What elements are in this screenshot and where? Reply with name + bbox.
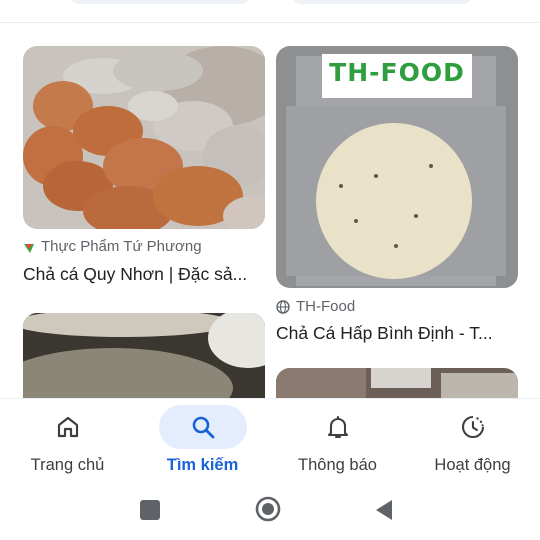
- result-source: Thực Phẩm Tứ Phương: [23, 238, 202, 255]
- result-title[interactable]: Chả Cá Hấp Bình Định - T...: [276, 323, 521, 344]
- result-source-name: Thực Phẩm Tứ Phương: [41, 238, 202, 255]
- nav-tab-notifications[interactable]: Thông báo: [270, 399, 405, 491]
- result-thumbnail-fish-cakes[interactable]: [23, 46, 265, 229]
- bottom-navigation: Trang chủ Tìm kiếm Thông báo Hoạt động: [0, 398, 540, 491]
- bell-icon: [325, 414, 351, 440]
- search-icon: [190, 414, 216, 440]
- nav-tab-label: Hoạt động: [434, 456, 511, 474]
- nav-tab-activity[interactable]: Hoạt động: [405, 399, 540, 491]
- home-icon: [55, 414, 81, 440]
- result-source-name: TH-Food: [296, 298, 356, 315]
- result-title[interactable]: Chả cá Quy Nhơn | Đặc sả...: [23, 264, 268, 285]
- th-food-logo: TH-FOOD: [329, 58, 465, 87]
- nav-tab-label: Trang chủ: [30, 456, 105, 474]
- nav-tab-label: Tìm kiếm: [166, 456, 239, 474]
- nav-tab-home[interactable]: Trang chủ: [0, 399, 135, 491]
- result-thumbnail-steamed-fish-cake[interactable]: TH-FOOD: [276, 46, 518, 288]
- globe-icon: [276, 299, 290, 314]
- nav-tab-search[interactable]: Tìm kiếm: [135, 399, 270, 491]
- nav-tab-label: Thông báo: [298, 456, 377, 474]
- history-icon: [460, 414, 486, 440]
- tu-phuong-logo-icon: [23, 241, 35, 253]
- result-source: TH-Food: [276, 298, 355, 315]
- system-navigation-bar: [0, 490, 540, 540]
- divider: [0, 22, 540, 23]
- back-button[interactable]: [374, 498, 394, 522]
- recents-button[interactable]: [140, 500, 160, 520]
- previous-result-stub-left: [70, 0, 250, 4]
- home-button[interactable]: [255, 496, 281, 522]
- previous-result-stub-right: [292, 0, 472, 4]
